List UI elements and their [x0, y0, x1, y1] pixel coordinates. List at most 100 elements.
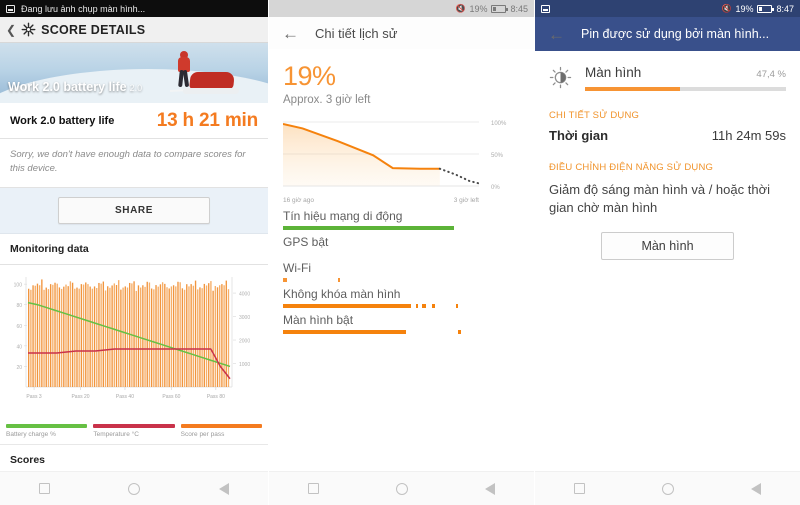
status-bar-panel2: 🔇 19% 8:45: [269, 0, 534, 17]
usage-progress-fill: [585, 87, 681, 91]
svg-text:Pass 60: Pass 60: [162, 394, 180, 400]
home-circle-icon[interactable]: [661, 482, 674, 495]
svg-text:1000: 1000: [239, 362, 250, 368]
svg-text:4000: 4000: [239, 291, 250, 297]
timeline-track: [283, 330, 520, 334]
timeline-segment: [456, 304, 459, 308]
usage-item-row: Màn hình 47,4 %: [549, 65, 786, 91]
monitoring-chart-svg: 100 80 60 40 20 4000 3000 2000 1000 Pass 3 Pass 20…: [14, 276, 250, 400]
usage-item-percent: 47,4 %: [756, 69, 786, 80]
usage-details-heading: CHI TIẾT SỬ DỤNG: [549, 110, 640, 121]
comparison-note: Sorry, we don't have enough data to comp…: [0, 139, 268, 188]
navigation-bar-panel3: [535, 471, 800, 505]
usage-detail-row: Thời gian 11h 24m 59s: [549, 128, 786, 143]
svg-text:3000: 3000: [239, 315, 250, 321]
timeline-label-mobile-signal: Tín hiệu mạng di động: [283, 209, 403, 223]
screen-settings-button[interactable]: Màn hình: [601, 231, 734, 260]
status-bar-panel3: 🔇 19% 8:47: [535, 0, 800, 17]
svg-text:Pass 40: Pass 40: [116, 394, 134, 400]
timeline-label-wifi: Wi-Fi: [283, 261, 311, 275]
svg-text:Pass 20: Pass 20: [71, 394, 89, 400]
legend-label-score: Score per pass: [180, 430, 225, 438]
home-circle-icon[interactable]: [395, 482, 408, 495]
svg-text:16 giờ ago: 16 giờ ago: [283, 197, 314, 204]
timeline-segment: [283, 330, 407, 334]
usage-item-name: Màn hình: [585, 65, 642, 80]
battery-icon: [491, 4, 509, 13]
pcmark-app-header: ❮ SCORE DETAILS: [0, 17, 268, 43]
svg-text:40: 40: [16, 344, 22, 350]
timeline-track: [283, 226, 520, 230]
clock-text: 8:45: [510, 3, 528, 14]
list-item: Không khóa màn hình: [283, 286, 520, 308]
screenshot-icon: [6, 4, 15, 13]
battery-percent-text: 19%: [735, 3, 754, 14]
skier-graphic: [178, 51, 190, 88]
screenshot-triptych: Đang lưu ảnh chụp màn hình... ❮ SCORE DE…: [0, 0, 800, 505]
score-label: Work 2.0 battery life: [10, 114, 115, 127]
svg-text:80: 80: [16, 303, 22, 309]
brightness-icon: [549, 66, 572, 89]
score-value: 13 h 21 min: [156, 109, 258, 131]
monitoring-data-heading: Monitoring data: [0, 234, 268, 265]
app-bar-panel3: ← Pin được sử dụng bởi màn hình...: [535, 17, 800, 51]
adjust-button-wrapper: Màn hình: [549, 231, 786, 260]
chevron-left-icon[interactable]: ❮: [6, 23, 16, 37]
home-circle-icon[interactable]: [128, 482, 141, 495]
battery-history-chart-svg: 100% 50% 0% 16 giờ ago 3 giờ left: [282, 121, 507, 204]
scores-heading: Scores: [10, 453, 46, 466]
adjust-power-heading: ĐIỀU CHỈNH ĐIỆN NĂNG SỬ DỤNG: [549, 162, 714, 173]
battery-time-remaining: Approx. 3 giờ left: [283, 94, 371, 106]
timeline-segment: [283, 278, 287, 282]
recents-square-icon[interactable]: [573, 483, 585, 494]
recents-square-icon[interactable]: [39, 483, 51, 494]
page-title: Chi tiết lịch sử: [315, 25, 398, 41]
usage-progress-bar: [585, 87, 786, 91]
timeline-label-screen-unlocked: Không khóa màn hình: [283, 287, 401, 301]
svg-text:60: 60: [16, 323, 22, 329]
score-summary-row: Work 2.0 battery life 13 h 21 min: [0, 103, 268, 139]
back-triangle-icon[interactable]: [210, 482, 229, 495]
arrow-back-icon[interactable]: ←: [548, 26, 565, 43]
timeline-segment: [337, 278, 340, 282]
timeline-segment: [432, 304, 435, 308]
navigation-bar-panel1: [0, 471, 268, 505]
timeline-segment: [283, 304, 411, 308]
timeline-segment: [283, 226, 454, 230]
timeline-track: [283, 304, 520, 308]
banner-version: 2.0: [129, 83, 143, 93]
monitoring-chart: 100 80 60 40 20 4000 3000 2000 1000 Pass 3 Pass 20…: [0, 264, 268, 420]
timeline-label-screen-on: Màn hình bật: [283, 313, 354, 327]
pcmark-flake-icon: [21, 22, 36, 37]
phone-screen-battery-usage: 🔇 19% 8:47 ← Pin được sử dụng bởi màn hì…: [534, 0, 800, 505]
legend-label-battery: Battery charge %: [6, 430, 56, 438]
usage-detail-value: 11h 24m 59s: [711, 128, 786, 143]
mute-icon: 🔇: [455, 4, 466, 13]
share-button[interactable]: SHARE: [58, 196, 210, 224]
usage-detail-key: Thời gian: [549, 128, 609, 143]
timeline-track: [283, 252, 520, 256]
list-item: Wi-Fi: [283, 260, 520, 282]
battery-history-chart: 100% 50% 0% 16 giờ ago 3 giờ left: [282, 114, 520, 206]
battery-percent-large: 19%: [283, 61, 336, 91]
page-title: SCORE DETAILS: [41, 22, 146, 37]
recents-square-icon[interactable]: [307, 483, 319, 494]
phone-screen-pcmark: Đang lưu ảnh chụp màn hình... ❮ SCORE DE…: [0, 0, 268, 505]
timeline-segment: [458, 330, 461, 334]
list-item: Tín hiệu mạng di động: [283, 208, 520, 230]
status-bar-panel1: Đang lưu ảnh chụp màn hình...: [0, 0, 268, 17]
clock-text: 8:47: [776, 3, 794, 14]
page-title: Pin được sử dụng bởi màn hình...: [581, 27, 770, 41]
back-triangle-icon[interactable]: [743, 482, 762, 495]
arrow-back-icon[interactable]: ←: [282, 25, 299, 42]
timeline-segment: [421, 304, 427, 308]
battery-icon: [757, 4, 775, 13]
banner-title: Work 2.0 battery life 2.0: [8, 80, 143, 94]
timeline-segment: [415, 304, 419, 308]
svg-text:100%: 100%: [491, 121, 507, 127]
battery-percent-text: 19%: [469, 3, 488, 14]
mute-icon: 🔇: [721, 4, 732, 13]
screenshot-icon: [541, 4, 550, 13]
legend-item: Battery charge %: [6, 423, 88, 438]
back-triangle-icon[interactable]: [477, 482, 496, 495]
